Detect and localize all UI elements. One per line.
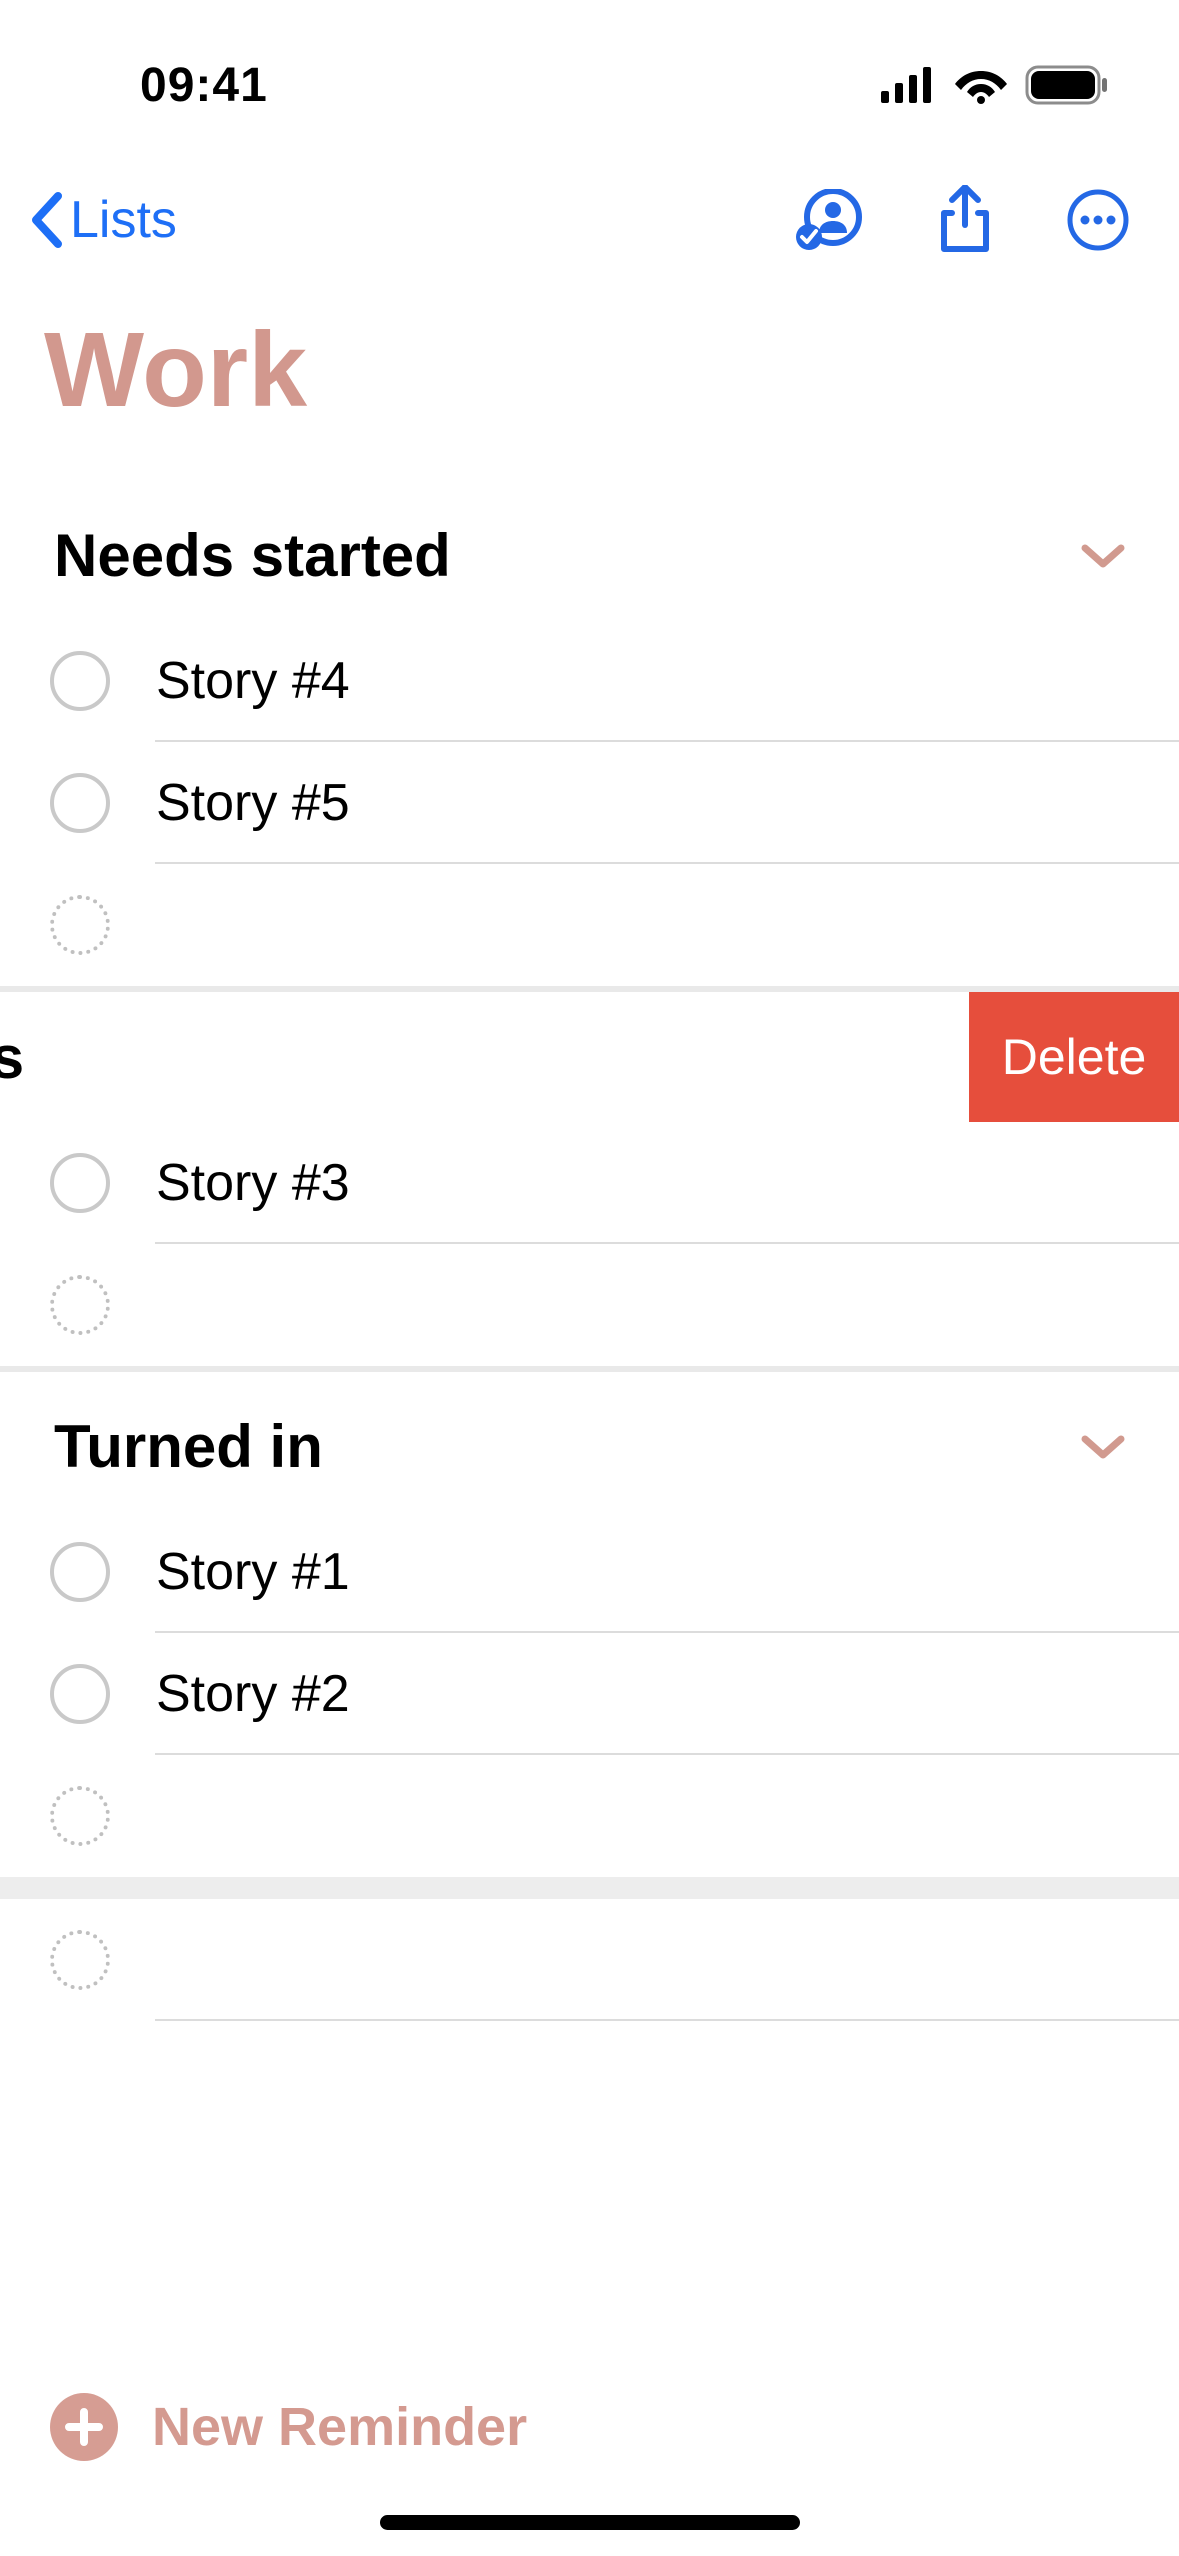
new-reminder-placeholder[interactable] (0, 1899, 1179, 2021)
back-label: Lists (70, 190, 177, 250)
section-header[interactable]: gress Delete (0, 992, 1179, 1122)
reminder-title: Story #3 (156, 1153, 350, 1213)
chevron-down-icon (1081, 1433, 1125, 1461)
reminder-row[interactable]: Story #2 (0, 1633, 1179, 1755)
section-turned-in: Turned in Story #1 Story #2 (0, 1372, 1179, 1877)
section-in-progress: gress Delete Story #3 (0, 992, 1179, 1366)
section-divider (0, 1877, 1179, 1899)
reminder-row[interactable]: Story #4 (0, 620, 1179, 742)
section-header[interactable]: Needs started (0, 521, 1179, 590)
status-icons (881, 65, 1109, 105)
completion-circle[interactable] (50, 651, 110, 711)
list-title: Work (0, 280, 1179, 481)
completion-circle[interactable] (50, 1153, 110, 1213)
new-reminder-placeholder[interactable] (0, 864, 1179, 986)
completion-circle[interactable] (50, 773, 110, 833)
battery-icon (1025, 65, 1109, 105)
cellular-icon (881, 67, 937, 103)
status-bar: 09:41 (0, 0, 1179, 130)
share-icon[interactable] (938, 185, 992, 255)
nav-bar: Lists (0, 130, 1179, 280)
share-list-icon[interactable] (795, 189, 863, 251)
placeholder-circle-icon (50, 1930, 110, 1990)
status-time: 09:41 (140, 58, 268, 113)
placeholder-circle-icon (50, 895, 110, 955)
reminder-row[interactable]: Story #1 (0, 1511, 1179, 1633)
reminder-row[interactable]: Story #5 (0, 742, 1179, 864)
new-reminder-button[interactable]: New Reminder (0, 2393, 1179, 2461)
reminder-row[interactable]: Story #3 (0, 1122, 1179, 1244)
new-reminder-placeholder[interactable] (0, 1244, 1179, 1366)
reminder-title: Story #1 (156, 1542, 350, 1602)
placeholder-circle-icon (50, 1786, 110, 1846)
new-reminder-label: New Reminder (152, 2396, 527, 2458)
back-button[interactable]: Lists (30, 190, 177, 250)
section-needs-started: Needs started Story #4 Story #5 (0, 481, 1179, 986)
reminder-title: Story #5 (156, 773, 350, 833)
delete-button[interactable]: Delete (969, 992, 1179, 1122)
placeholder-circle-icon (50, 1275, 110, 1335)
section-title: Needs started (54, 521, 451, 590)
chevron-left-icon (30, 192, 62, 248)
section-header[interactable]: Turned in (0, 1412, 1179, 1481)
completion-circle[interactable] (50, 1664, 110, 1724)
reminder-title: Story #2 (156, 1664, 350, 1724)
completion-circle[interactable] (50, 1542, 110, 1602)
plus-circle-icon (50, 2393, 118, 2461)
new-reminder-placeholder[interactable] (0, 1755, 1179, 1877)
reminder-title: Story #4 (156, 651, 350, 711)
more-icon[interactable] (1067, 189, 1129, 251)
home-indicator[interactable] (380, 2515, 800, 2530)
nav-actions (795, 185, 1129, 255)
section-title: gress (0, 1023, 969, 1092)
chevron-down-icon (1081, 542, 1125, 570)
section-title: Turned in (54, 1412, 323, 1481)
wifi-icon (955, 66, 1007, 104)
